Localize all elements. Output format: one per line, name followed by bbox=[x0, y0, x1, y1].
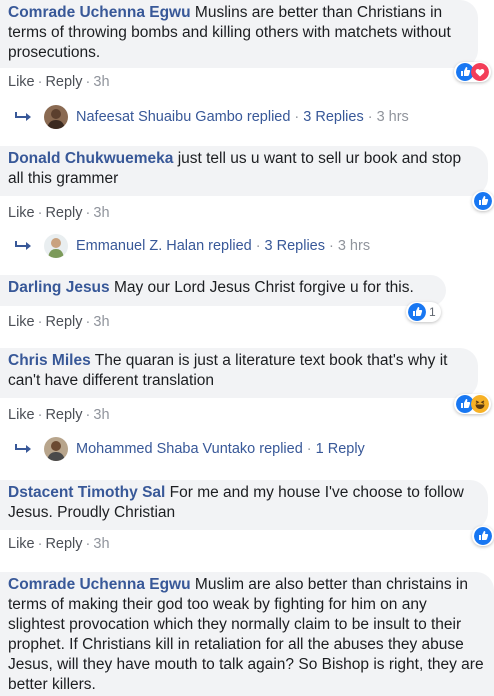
comment-bubble: Dstacent Timothy Sal For me and my house… bbox=[0, 480, 488, 530]
reply-arrow-icon bbox=[15, 241, 31, 250]
reply-link[interactable]: Reply bbox=[45, 536, 82, 552]
reactions-badge[interactable] bbox=[472, 191, 494, 211]
haha-icon bbox=[471, 395, 489, 413]
comment-author[interactable]: Darling Jesus bbox=[8, 279, 110, 296]
comment-time[interactable]: 3h bbox=[93, 536, 109, 552]
comment-author[interactable]: Donald Chukwuemeka bbox=[8, 150, 173, 167]
reply-time: 3 hrs bbox=[337, 238, 371, 254]
comment-text: Muslim are also better than christains i… bbox=[8, 576, 484, 693]
comment-actions: Like · Reply · 3h bbox=[8, 407, 110, 423]
view-replies[interactable]: Emmanuel Z. Halan replied · 3 Replies · 3 hr… bbox=[14, 234, 370, 258]
like-link[interactable]: Like bbox=[8, 536, 35, 552]
reactions-badge[interactable] bbox=[472, 526, 494, 546]
reply-arrow-icon bbox=[15, 444, 31, 453]
comment-author[interactable]: Comrade Uchenna Egwu bbox=[8, 576, 191, 593]
like-icon bbox=[408, 303, 426, 321]
view-replies[interactable]: Nafeesat Shuaibu Gambo replied · 3 Replies… bbox=[14, 105, 409, 129]
comment-actions: Like · Reply · 3h bbox=[8, 536, 110, 552]
like-icon bbox=[474, 527, 492, 545]
replies-count[interactable]: 3 Replies bbox=[265, 237, 325, 255]
reply-link[interactable]: Reply bbox=[45, 314, 82, 330]
like-link[interactable]: Like bbox=[8, 314, 35, 330]
comment-actions: Like · Reply · 3h bbox=[8, 205, 110, 221]
reply-link[interactable]: Reply bbox=[45, 74, 82, 90]
comment-bubble: Chris Miles The quaran is just a literat… bbox=[0, 348, 478, 398]
replier-name[interactable]: Mohammed Shaba Vuntako replied bbox=[76, 440, 303, 458]
comment-bubble: Donald Chukwuemeka just tell us u want t… bbox=[0, 146, 488, 196]
reaction-count: 1 bbox=[429, 305, 436, 319]
avatar[interactable] bbox=[44, 105, 68, 129]
reply-arrow-icon bbox=[15, 112, 31, 121]
comment-actions: Like · Reply · 3h bbox=[8, 314, 110, 330]
reactions-badge[interactable] bbox=[454, 394, 491, 414]
avatar[interactable] bbox=[44, 234, 68, 258]
like-link[interactable]: Like bbox=[8, 205, 35, 221]
comment-time[interactable]: 3h bbox=[93, 314, 109, 330]
like-link[interactable]: Like bbox=[8, 407, 35, 423]
replier-name[interactable]: Nafeesat Shuaibu Gambo replied bbox=[76, 108, 290, 126]
comment-actions: Like · Reply · 3h bbox=[8, 74, 110, 90]
like-icon bbox=[474, 192, 492, 210]
comment-time[interactable]: 3h bbox=[93, 205, 109, 221]
comment-bubble: Darling Jesus May our Lord Jesus Christ … bbox=[0, 275, 446, 306]
reply-link[interactable]: Reply bbox=[45, 407, 82, 423]
reply-link[interactable]: Reply bbox=[45, 205, 82, 221]
comment-bubble: Comrade Uchenna Egwu Muslins are better … bbox=[0, 0, 478, 68]
replier-name[interactable]: Emmanuel Z. Halan replied bbox=[76, 237, 252, 255]
comment-text: May our Lord Jesus Christ forgive u for … bbox=[113, 279, 414, 296]
view-replies[interactable]: Mohammed Shaba Vuntako replied · 1 Reply bbox=[14, 437, 365, 461]
reactions-badge[interactable]: 1 bbox=[406, 302, 441, 322]
comment-author[interactable]: Dstacent Timothy Sal bbox=[8, 484, 165, 501]
comment-time[interactable]: 3h bbox=[93, 407, 109, 423]
replies-count[interactable]: 1 Reply bbox=[316, 440, 365, 458]
like-link[interactable]: Like bbox=[8, 74, 35, 90]
comment-bubble: Comrade Uchenna Egwu Muslim are also bet… bbox=[0, 572, 494, 696]
replies-count[interactable]: 3 Replies bbox=[303, 108, 363, 126]
reply-time: 3 hrs bbox=[376, 109, 409, 125]
love-icon bbox=[471, 63, 489, 81]
comment-author[interactable]: Chris Miles bbox=[8, 352, 91, 369]
comment-author[interactable]: Comrade Uchenna Egwu bbox=[8, 4, 191, 21]
comment-time[interactable]: 3h bbox=[93, 74, 109, 90]
reactions-badge[interactable] bbox=[454, 62, 491, 82]
avatar[interactable] bbox=[44, 437, 68, 461]
